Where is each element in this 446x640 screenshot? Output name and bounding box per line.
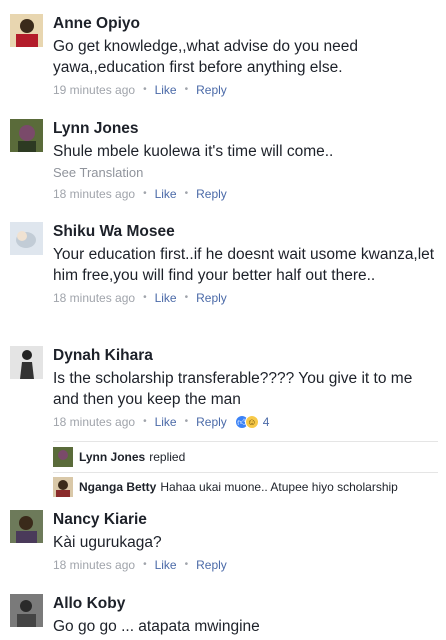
comment-timestamp[interactable]: 18 minutes ago (53, 290, 135, 306)
separator-dot: • (143, 292, 147, 303)
divider (53, 472, 438, 473)
avatar[interactable] (10, 510, 43, 543)
comment-timestamp[interactable]: 18 minutes ago (53, 414, 135, 430)
reply-item[interactable]: Nganga Betty Hahaa ukai muone.. Atupee h… (53, 476, 438, 498)
comment-text: Go get knowledge,,what advise do you nee… (53, 38, 359, 76)
separator-dot: • (143, 188, 147, 199)
reply-button[interactable]: Reply (196, 557, 227, 573)
separator-dot: • (184, 188, 189, 199)
reply-author[interactable]: Lynn Jones (79, 450, 145, 464)
comment-timestamp[interactable]: 18 minutes ago (53, 557, 135, 573)
comment-timestamp[interactable]: 19 minutes ago (53, 82, 135, 98)
avatar (53, 477, 73, 497)
separator-dot: • (143, 416, 147, 427)
like-button[interactable]: Like (155, 186, 177, 202)
avatar[interactable] (10, 222, 43, 255)
avatar[interactable] (10, 14, 43, 47)
separator-dot: • (143, 84, 147, 95)
reply-button[interactable]: Reply (196, 82, 227, 98)
comment-meta: 19 minutes ago • Like • Reply (53, 82, 438, 98)
separator-dot: • (184, 559, 189, 570)
comment-meta: 18 minutes ago • Like • Reply 👍︎ ☺ 4 (53, 414, 438, 430)
haha-reaction-icon: ☺ (244, 415, 259, 429)
comment-author[interactable]: Shiku Wa Mosee (53, 222, 438, 242)
like-button[interactable]: Like (155, 557, 177, 573)
avatar[interactable] (10, 594, 43, 627)
separator-dot: • (184, 292, 189, 303)
comment-text: Is the scholarship transferable???? You … (53, 370, 413, 408)
see-translation-link[interactable]: See Translation (53, 164, 438, 182)
comment-meta: 18 minutes ago • Like • Reply (53, 186, 438, 202)
comment-text: Your education first..if he doesnt wait … (53, 246, 435, 284)
comment-text: Kài ugurukaga? (53, 534, 162, 551)
reactions-summary[interactable]: 👍︎ ☺ 4 (234, 414, 270, 430)
avatar[interactable] (10, 346, 43, 379)
separator-dot: • (143, 559, 147, 570)
comment-author[interactable]: Nancy Kiarie (53, 510, 438, 530)
comment-timestamp[interactable]: 18 minutes ago (53, 186, 135, 202)
separator-dot: • (184, 416, 189, 427)
reply-item[interactable]: Lynn Jones replied (53, 446, 438, 468)
like-button[interactable]: Like (155, 82, 177, 98)
reply-button[interactable]: Reply (196, 414, 227, 430)
comment-author[interactable]: Anne Opiyo (53, 14, 438, 34)
comment-text: Shule mbele kuolewa it's time will come.… (53, 143, 334, 160)
reply-text: Hahaa ukai muone.. Atupee hiyo scholarsh… (160, 480, 398, 494)
reply-button[interactable]: Reply (196, 186, 227, 202)
reply-author[interactable]: Nganga Betty (79, 480, 156, 494)
reply-text: replied (149, 450, 186, 464)
reaction-count: 4 (262, 415, 270, 429)
avatar (53, 447, 73, 467)
comment-meta: 18 minutes ago • Like • Reply (53, 290, 438, 306)
avatar[interactable] (10, 119, 43, 152)
like-button[interactable]: Like (155, 414, 177, 430)
comment-author[interactable]: Allo Koby (53, 594, 438, 614)
separator-dot: • (184, 84, 189, 95)
comment-meta: 18 minutes ago • Like • Reply (53, 557, 438, 573)
divider (53, 441, 438, 442)
reply-button[interactable]: Reply (196, 290, 227, 306)
like-button[interactable]: Like (155, 290, 177, 306)
comment-author[interactable]: Dynah Kihara (53, 346, 438, 366)
comment-text: Go go go ... atapata mwingine (53, 618, 260, 635)
comment-author[interactable]: Lynn Jones (53, 119, 438, 139)
